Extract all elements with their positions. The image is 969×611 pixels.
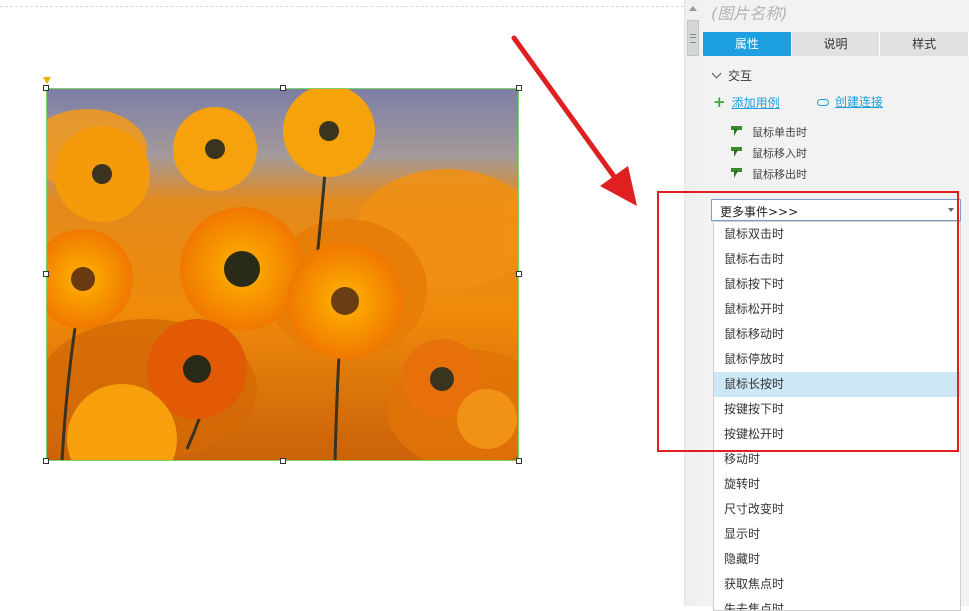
option-right-click[interactable]: 鼠标右击时 [714, 247, 960, 272]
select-value: 更多事件>>> [720, 205, 799, 219]
tab-properties[interactable]: 属性 [703, 32, 792, 56]
widget-name-field[interactable]: (图片名称) [711, 0, 788, 24]
option-key-down[interactable]: 按键按下时 [714, 397, 960, 422]
scrollbar-thumb[interactable] [687, 20, 699, 56]
option-mouse-up[interactable]: 鼠标松开时 [714, 297, 960, 322]
flower-image [47, 89, 518, 460]
option-on-show[interactable]: 显示时 [714, 522, 960, 547]
event-item-mouse-enter[interactable]: 鼠标移入时 [731, 145, 807, 161]
option-on-focus[interactable]: 获取焦点时 [714, 572, 960, 597]
caret-down-icon [948, 208, 954, 212]
option-long-press[interactable]: 鼠标长按时 [714, 372, 960, 397]
option-on-hide[interactable]: 隐藏时 [714, 547, 960, 572]
design-canvas[interactable] [0, 0, 684, 606]
event-item-click[interactable]: 鼠标单击时 [731, 124, 807, 140]
resize-handle-sw[interactable] [43, 458, 49, 464]
resize-handle-se[interactable] [516, 458, 522, 464]
resize-handle-n[interactable] [280, 85, 286, 91]
more-events-options: 鼠标双击时 鼠标右击时 鼠标按下时 鼠标松开时 鼠标移动时 鼠标停放时 鼠标长按… [713, 221, 961, 611]
option-on-rotate[interactable]: 旋转时 [714, 472, 960, 497]
resize-handle-w[interactable] [43, 271, 49, 277]
vertical-scrollbar[interactable] [684, 0, 702, 606]
add-case-link[interactable]: + 添加用例 [713, 93, 780, 111]
chevron-down-icon [711, 68, 722, 79]
inspector-tabs: 属性 说明 样式 [703, 32, 969, 56]
create-link-link[interactable]: 创建连接 [817, 93, 883, 110]
option-double-click[interactable]: 鼠标双击时 [714, 222, 960, 247]
image-widget[interactable] [46, 88, 519, 461]
tab-notes[interactable]: 说明 [791, 32, 881, 56]
grip-icon [690, 34, 696, 43]
cursor-event-icon [731, 126, 742, 137]
resize-handle-nw[interactable] [43, 85, 49, 91]
link-icon [817, 99, 829, 106]
widget-anchor-icon[interactable] [43, 77, 51, 84]
add-case-label: 添加用例 [731, 96, 780, 110]
event-label: 鼠标移出时 [752, 168, 807, 181]
page-guide-line [0, 0, 684, 7]
resize-handle-ne[interactable] [516, 85, 522, 91]
scroll-up-icon[interactable] [689, 6, 697, 11]
event-item-mouse-leave[interactable]: 鼠标移出时 [731, 166, 807, 182]
plus-icon: + [713, 93, 726, 111]
option-mouse-down[interactable]: 鼠标按下时 [714, 272, 960, 297]
option-mouse-hover[interactable]: 鼠标停放时 [714, 347, 960, 372]
option-mouse-move[interactable]: 鼠标移动时 [714, 322, 960, 347]
interactions-section-header[interactable]: 交互 [711, 67, 752, 84]
resize-handle-e[interactable] [516, 271, 522, 277]
create-link-label: 创建连接 [835, 95, 884, 109]
option-on-resize[interactable]: 尺寸改变时 [714, 497, 960, 522]
option-key-up[interactable]: 按键松开时 [714, 422, 960, 447]
option-on-blur[interactable]: 失去焦点时 [714, 597, 960, 610]
option-on-move[interactable]: 移动时 [714, 447, 960, 472]
event-label: 鼠标移入时 [752, 147, 807, 160]
tab-style[interactable]: 样式 [880, 32, 969, 56]
cursor-event-icon [731, 168, 742, 179]
more-events-select[interactable]: 更多事件>>> [711, 199, 961, 221]
resize-handle-s[interactable] [280, 458, 286, 464]
cursor-event-icon [731, 147, 742, 158]
section-title: 交互 [728, 69, 753, 83]
event-label: 鼠标单击时 [752, 126, 807, 139]
